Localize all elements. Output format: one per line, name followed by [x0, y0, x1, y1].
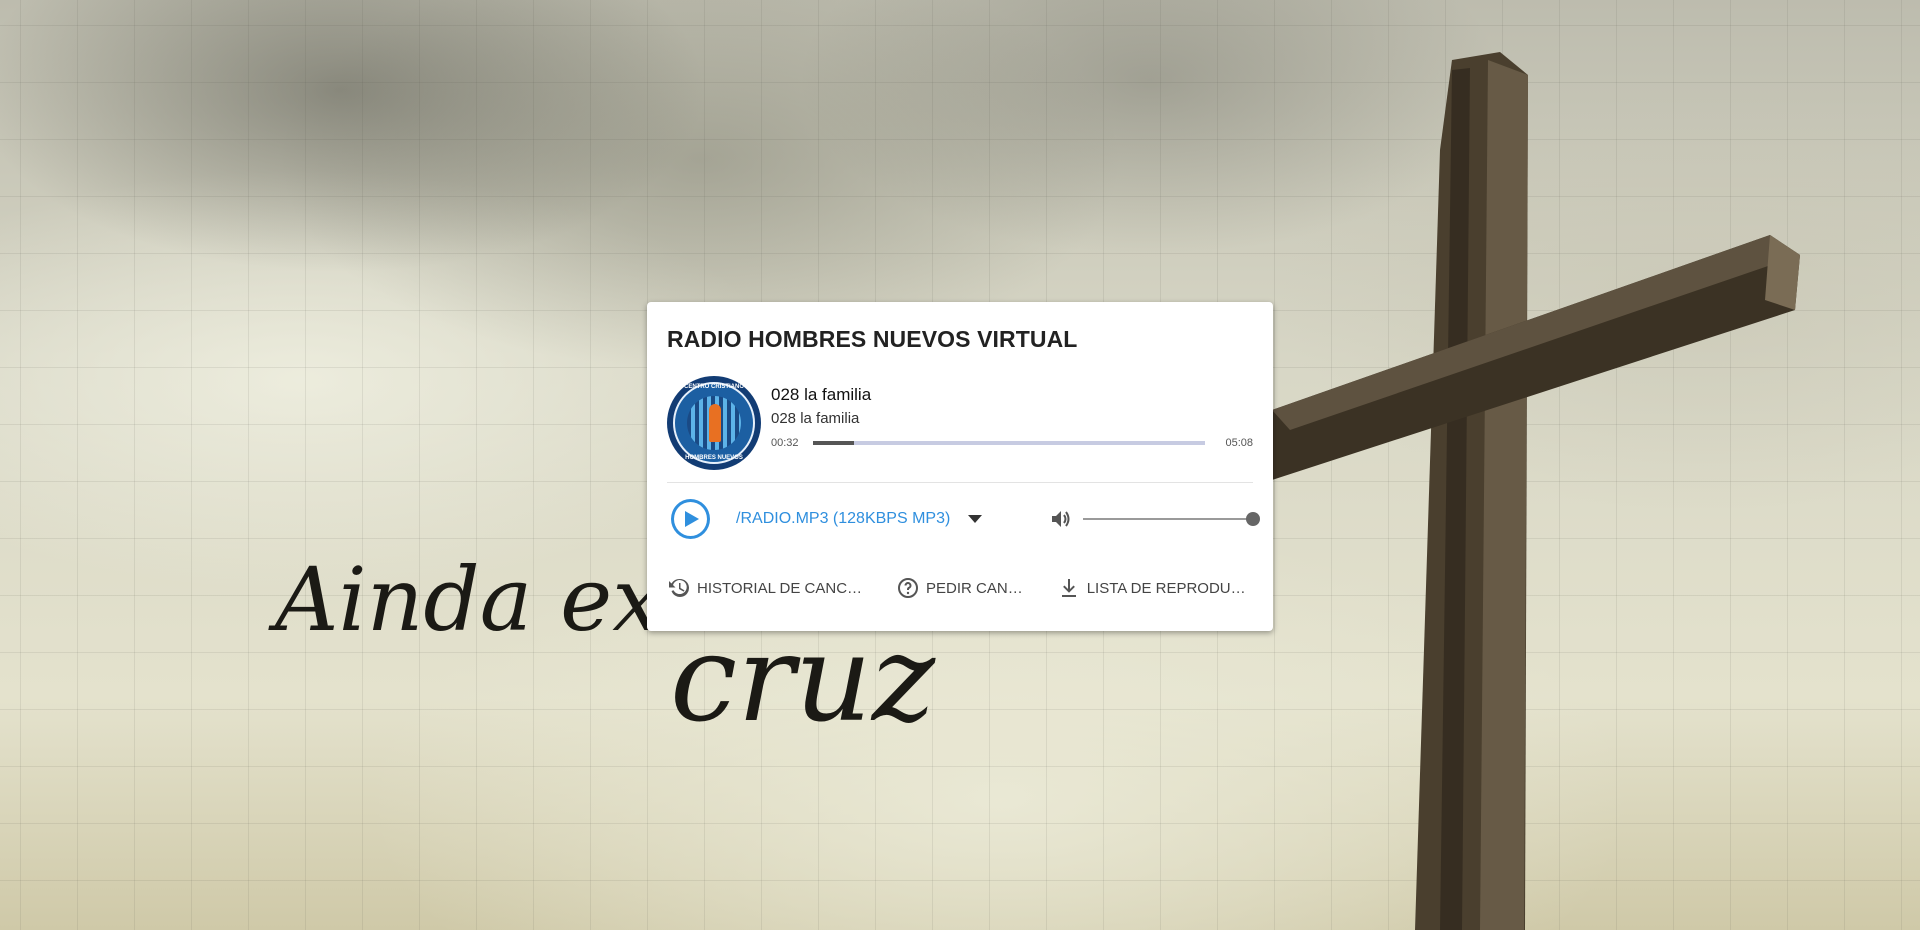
- now-playing: CENTRO CRISTIANO HOMBRES NUEVOS 028 la f…: [667, 376, 1253, 472]
- actions-row: HISTORIAL DE CANC… PEDIR CAN… LISTA DE R…: [667, 573, 1253, 603]
- radio-player-card: RADIO HOMBRES NUEVOS VIRTUAL CENTRO CRIS…: [647, 302, 1273, 631]
- cover-text-top: CENTRO CRISTIANO: [684, 384, 744, 390]
- track-info: 028 la familia 028 la familia 00:32 05:0…: [771, 376, 1253, 450]
- progress-bar[interactable]: [813, 441, 1205, 445]
- cover-ring: [673, 382, 755, 464]
- progress-row: 00:32 05:08: [771, 436, 1253, 450]
- track-artist: 028 la familia: [771, 410, 860, 427]
- request-song-label: PEDIR CAN…: [926, 579, 1023, 597]
- volume-icon[interactable]: [1049, 507, 1073, 531]
- chevron-down-icon: [968, 515, 983, 523]
- history-icon: [669, 578, 689, 597]
- player-title: RADIO HOMBRES NUEVOS VIRTUAL: [667, 326, 1078, 352]
- album-cover: CENTRO CRISTIANO HOMBRES NUEVOS: [667, 376, 761, 470]
- play-icon: [685, 511, 699, 527]
- stream-selected-label: /RADIO.MP3 (128KBPS MP3): [736, 510, 951, 527]
- play-button[interactable]: [671, 499, 711, 539]
- help-circle-icon: [898, 578, 919, 598]
- playlist-download-label: LISTA DE REPRODU…: [1086, 579, 1246, 597]
- elapsed-time: 00:32: [771, 437, 799, 449]
- cover-text-bottom: HOMBRES NUEVOS: [685, 455, 743, 461]
- stream-select[interactable]: /RADIO.MP3 (128KBPS MP3): [736, 510, 1037, 528]
- volume-slider-thumb[interactable]: [1246, 512, 1260, 526]
- volume-slider[interactable]: [1083, 512, 1260, 526]
- duration-time: 05:08: [1225, 437, 1253, 449]
- controls-row: /RADIO.MP3 (128KBPS MP3): [667, 483, 1260, 555]
- download-icon: [1061, 579, 1076, 597]
- history-label: HISTORIAL DE CANC…: [697, 579, 863, 597]
- playlist-download-button[interactable]: LISTA DE REPRODU…: [1057, 576, 1246, 600]
- volume-control: [1049, 507, 1260, 531]
- history-button[interactable]: HISTORIAL DE CANC…: [667, 576, 862, 600]
- track-title: 028 la familia: [771, 385, 872, 404]
- request-song-button[interactable]: PEDIR CAN…: [896, 576, 1023, 600]
- progress-fill: [813, 441, 854, 445]
